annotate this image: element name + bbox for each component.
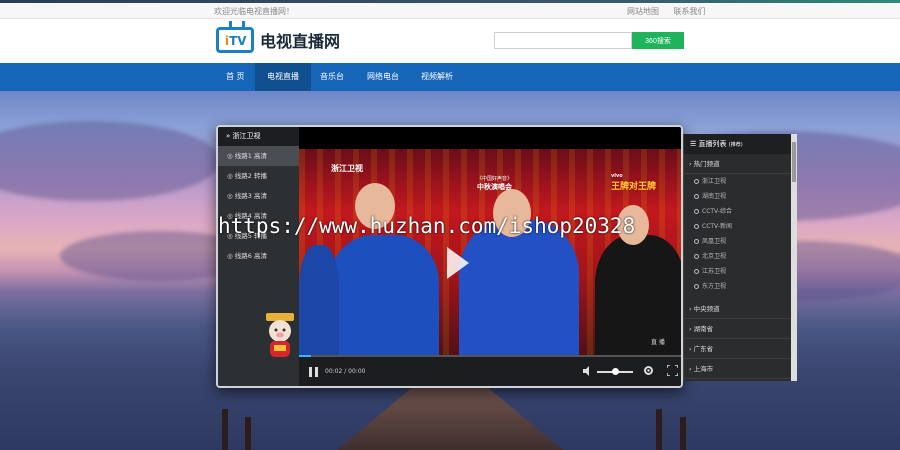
volume-slider[interactable] xyxy=(597,368,633,375)
list-group-hunan[interactable]: › 湖南省 xyxy=(684,319,797,339)
top-links: 网站地图 联系我们 xyxy=(627,6,718,17)
logo-text: 电视直播网 xyxy=(260,32,341,51)
channel-sidebar: » 浙江卫视 ◎ 线路1 高清 ◎ 线路2 转播 ◎ 线路3 高清 ◎ 线路4 … xyxy=(218,127,299,386)
list-group-guangdong[interactable]: › 广东省 xyxy=(684,339,797,359)
gear-icon[interactable] xyxy=(643,365,654,376)
list-item[interactable]: CCTV-综合 xyxy=(684,204,797,219)
list-item[interactable]: 江苏卫视 xyxy=(684,264,797,279)
channel-line-item[interactable]: ◎ 线路3 高清 xyxy=(218,186,299,206)
tv-logo-icon: iTV xyxy=(216,21,254,53)
nav-radio[interactable]: 网络电台 xyxy=(355,63,411,91)
station-logo: 浙江卫视 xyxy=(331,164,363,173)
top-bar: 欢迎光临电视直播网！ 网站地图 联系我们 xyxy=(0,3,900,19)
volume-icon[interactable] xyxy=(583,366,593,376)
welcome-text: 欢迎光临电视直播网！ xyxy=(214,7,294,16)
nav-video-parse[interactable]: 视频解析 xyxy=(409,63,465,91)
channel-line-item[interactable]: ◎ 线路2 转播 xyxy=(218,166,299,186)
play-icon[interactable] xyxy=(447,247,469,279)
live-list-title: ☰ 直播列表 (推荐) xyxy=(684,134,797,154)
progress-fill xyxy=(299,355,311,357)
time-display: 00:02 / 00:00 xyxy=(325,368,366,375)
list-item[interactable]: CCTV-新闻 xyxy=(684,219,797,234)
nav-music[interactable]: 音乐台 xyxy=(308,63,356,91)
corner-logo: vivo 王牌对王牌 xyxy=(611,173,657,192)
list-item[interactable]: 湖南卫视 xyxy=(684,189,797,204)
sitemap-link[interactable]: 网站地图 xyxy=(627,7,659,16)
player-controls: 00:02 / 00:00 xyxy=(299,355,681,386)
watermark-text: https://www.huzhan.com/ishop20328 xyxy=(218,214,636,238)
channel-line-item[interactable]: ◎ 线路6 高清 xyxy=(218,246,299,266)
list-item[interactable]: 东方卫视 xyxy=(684,279,797,294)
list-group-cctv[interactable]: › 中央频道 xyxy=(684,299,797,319)
progress-bar[interactable] xyxy=(299,355,681,357)
list-group-shanghai[interactable]: › 上海市 xyxy=(684,359,797,379)
search-button[interactable]: 360搜索 xyxy=(632,32,684,49)
fullscreen-icon[interactable] xyxy=(667,365,678,376)
list-item[interactable]: 浙江卫视 xyxy=(684,174,797,189)
header: iTV 电视直播网 360搜索 xyxy=(0,20,900,63)
video-frame[interactable]: 浙江卫视 《中国好声音》 中秋演唱会 vivo 王牌对王牌 直 播 xyxy=(299,149,681,355)
live-list-panel: ☰ 直播列表 (推荐) › 热门频道 浙江卫视 湖南卫视 CCTV-综合 CCT… xyxy=(683,134,797,381)
volume-knob[interactable] xyxy=(611,368,619,375)
nav-tv-live[interactable]: 电视直播 xyxy=(255,63,311,91)
search-input[interactable] xyxy=(494,32,632,49)
video-player: » 浙江卫视 ◎ 线路1 高清 ◎ 线路2 转播 ◎ 线路3 高清 ◎ 线路4 … xyxy=(216,125,683,388)
main-nav: 首 页 电视直播 音乐台 网络电台 视频解析 xyxy=(0,63,900,91)
contact-link[interactable]: 联系我们 xyxy=(674,7,706,16)
channel-line-item[interactable]: ◎ 线路1 高清 xyxy=(218,146,299,166)
list-group-hot[interactable]: › 热门频道 xyxy=(684,154,797,174)
list-item[interactable]: 北京卫视 xyxy=(684,249,797,264)
current-channel: » 浙江卫视 xyxy=(218,127,299,146)
mascot-icon xyxy=(266,313,294,357)
site-logo[interactable]: iTV 电视直播网 xyxy=(216,21,341,53)
list-scrollbar[interactable] xyxy=(791,134,797,381)
search-form: 360搜索 xyxy=(494,32,684,49)
list-item[interactable]: 凤凰卫视 xyxy=(684,234,797,249)
pause-icon[interactable] xyxy=(309,367,318,377)
player-caption: 直 播 xyxy=(651,339,665,346)
nav-home[interactable]: 首 页 xyxy=(214,63,257,91)
